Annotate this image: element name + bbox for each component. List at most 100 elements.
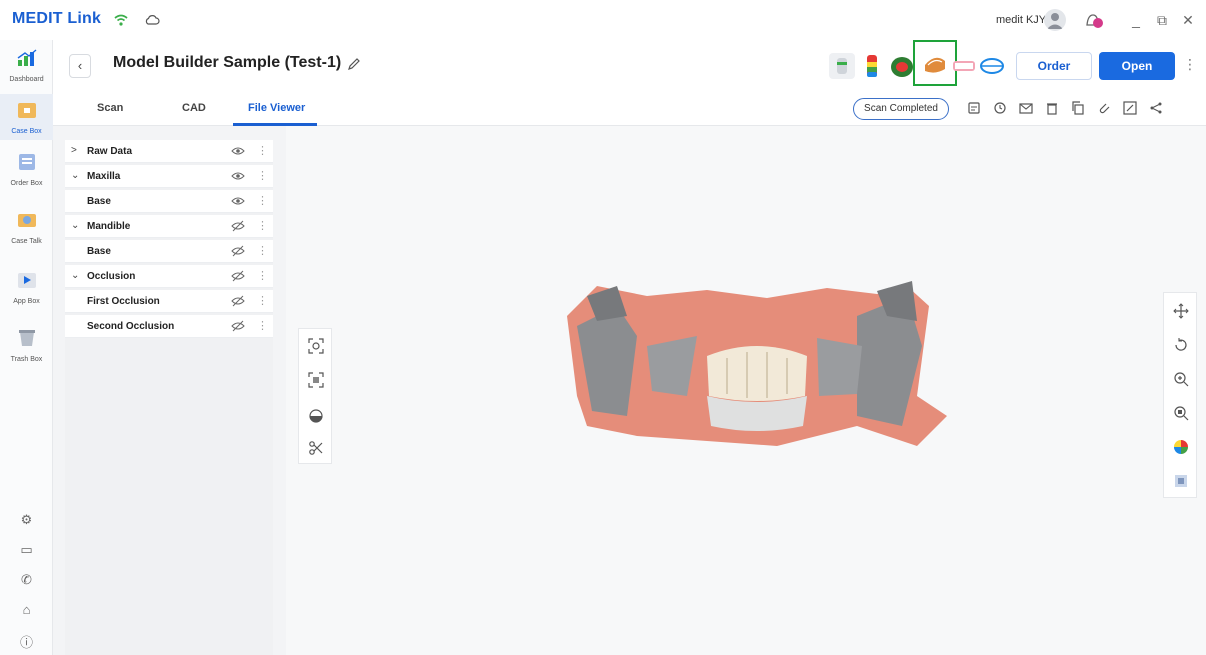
sidebar-label-app-box: App Box: [13, 298, 40, 305]
row-more-icon[interactable]: ⋮: [257, 169, 268, 182]
zoom-in-icon[interactable]: [1173, 371, 1189, 387]
zoom-region-icon[interactable]: [1173, 405, 1189, 421]
cut-icon[interactable]: [307, 439, 325, 457]
texture-icon[interactable]: [1173, 473, 1189, 489]
tree-label: Maxilla: [87, 171, 121, 182]
occlusion-app-icon[interactable]: [889, 53, 915, 79]
trash-box-icon: [18, 330, 35, 346]
rotate-icon[interactable]: [1173, 337, 1189, 353]
tab-scan[interactable]: Scan: [97, 102, 123, 114]
fit-view-icon[interactable]: [307, 337, 325, 355]
case-talk-icon: [17, 214, 36, 227]
close-icon[interactable]: ✕: [1178, 10, 1198, 30]
data-tree-panel: > Raw Data ⋮ ⌄ Maxilla ⋮ Base ⋮ ⌄ Mandib…: [65, 140, 273, 655]
crown-app-icon[interactable]: [829, 53, 855, 79]
app-box-icon: [17, 273, 36, 288]
back-button[interactable]: ‹: [69, 54, 91, 78]
tree-row-second-occlusion[interactable]: Second Occlusion ⋮: [65, 315, 273, 338]
row-more-icon[interactable]: ⋮: [257, 144, 268, 157]
eye-off-icon[interactable]: [231, 295, 245, 307]
tree-label: Second Occlusion: [87, 321, 175, 332]
tree-row-maxilla[interactable]: ⌄ Maxilla ⋮: [65, 165, 273, 188]
tree-label: Mandible: [87, 221, 131, 232]
tree-row-occlusion[interactable]: ⌄ Occlusion ⋮: [65, 265, 273, 288]
eye-off-icon[interactable]: [231, 270, 245, 282]
tree-row-mandible-base[interactable]: Base ⋮: [65, 240, 273, 263]
user-name[interactable]: medit KJY: [996, 14, 1046, 26]
mail-icon[interactable]: [1019, 101, 1033, 115]
sidebar-label-case-box: Case Box: [11, 128, 42, 135]
history-icon[interactable]: [993, 101, 1007, 115]
wifi-icon: [114, 14, 128, 26]
announcement-icon[interactable]: ✆: [0, 572, 53, 588]
color-map-icon[interactable]: [1173, 439, 1189, 455]
model-builder-app-icon[interactable]: [922, 51, 948, 77]
clipping-icon[interactable]: [307, 407, 325, 425]
row-more-icon[interactable]: ⋮: [257, 294, 268, 307]
eye-icon[interactable]: [231, 195, 245, 207]
row-more-icon[interactable]: ⋮: [257, 194, 268, 207]
case-header: ‹ Model Builder Sample (Test-1) Order Op…: [53, 40, 1206, 90]
row-more-icon[interactable]: ⋮: [257, 219, 268, 232]
export-icon[interactable]: [1123, 101, 1137, 115]
denture-app-icon[interactable]: [951, 53, 977, 79]
tree-label: Base: [87, 246, 111, 257]
open-button[interactable]: Open: [1099, 52, 1175, 80]
scan-status-badge[interactable]: Scan Completed: [853, 98, 949, 120]
chevron-down-icon[interactable]: ⌄: [71, 170, 79, 181]
sidebar-label-order-box: Order Box: [10, 180, 43, 187]
settings-icon[interactable]: ⚙: [0, 512, 53, 528]
focus-view-icon[interactable]: [307, 371, 325, 389]
delete-icon[interactable]: [1045, 101, 1059, 115]
sidebar-item-trash-box[interactable]: Trash Box: [0, 328, 53, 374]
cloud-icon[interactable]: [144, 14, 160, 26]
chevron-right-icon[interactable]: >: [71, 145, 77, 156]
sidebar-item-app-box[interactable]: App Box: [0, 270, 53, 316]
minimize-icon[interactable]: _: [1126, 10, 1146, 30]
sidebar-item-case-box[interactable]: Case Box: [0, 94, 53, 140]
share-icon[interactable]: [1149, 101, 1163, 115]
eye-off-icon[interactable]: [231, 245, 245, 257]
row-more-icon[interactable]: ⋮: [257, 269, 268, 282]
order-button[interactable]: Order: [1016, 52, 1092, 80]
tree-row-raw-data[interactable]: > Raw Data ⋮: [65, 140, 273, 163]
tree-row-maxilla-base[interactable]: Base ⋮: [65, 190, 273, 213]
home-icon[interactable]: ⌂: [0, 602, 53, 617]
eye-off-icon[interactable]: [231, 220, 245, 232]
more-icon[interactable]: ⋮: [1183, 56, 1197, 73]
notification-icon[interactable]: [1084, 11, 1104, 29]
sidebar-label-case-talk: Case Talk: [11, 238, 42, 245]
dental-model-3d[interactable]: [557, 276, 957, 466]
copy-icon[interactable]: [1071, 101, 1085, 115]
row-more-icon[interactable]: ⋮: [257, 244, 268, 257]
info-icon[interactable]: ⓘ: [0, 632, 53, 651]
jaw-app-icon[interactable]: [979, 53, 1005, 79]
sidebar-item-case-talk[interactable]: Case Talk: [0, 210, 53, 256]
edit-icon[interactable]: [347, 57, 361, 71]
eye-icon[interactable]: [231, 145, 245, 157]
sidebar-item-order-box[interactable]: Order Box: [0, 152, 53, 198]
note-icon[interactable]: [967, 101, 981, 115]
sidebar-item-dashboard[interactable]: Dashboard: [0, 48, 53, 94]
tab-bar: Scan CAD File Viewer Scan Completed: [53, 90, 1206, 126]
tree-label: Occlusion: [87, 271, 136, 282]
row-more-icon[interactable]: ⋮: [257, 319, 268, 332]
heatmap-app-icon[interactable]: [859, 53, 885, 79]
chevron-down-icon[interactable]: ⌄: [71, 220, 79, 231]
avatar-icon[interactable]: [1044, 9, 1066, 31]
folder-icon[interactable]: ▭: [0, 542, 53, 558]
restore-icon[interactable]: ⧉: [1152, 10, 1172, 30]
attach-icon[interactable]: [1097, 101, 1111, 115]
eye-icon[interactable]: [231, 170, 245, 182]
dashboard-icon: [17, 49, 36, 66]
case-box-icon: [17, 103, 36, 118]
chevron-down-icon[interactable]: ⌄: [71, 270, 79, 281]
tree-row-first-occlusion[interactable]: First Occlusion ⋮: [65, 290, 273, 313]
tab-file-viewer[interactable]: File Viewer: [248, 102, 305, 114]
left-sidebar: Dashboard Case Box Order Box Case Talk A…: [0, 40, 53, 655]
tree-label: Base: [87, 196, 111, 207]
tree-row-mandible[interactable]: ⌄ Mandible ⋮: [65, 215, 273, 238]
move-icon[interactable]: [1173, 303, 1189, 319]
tab-cad[interactable]: CAD: [182, 102, 206, 114]
eye-off-icon[interactable]: [231, 320, 245, 332]
